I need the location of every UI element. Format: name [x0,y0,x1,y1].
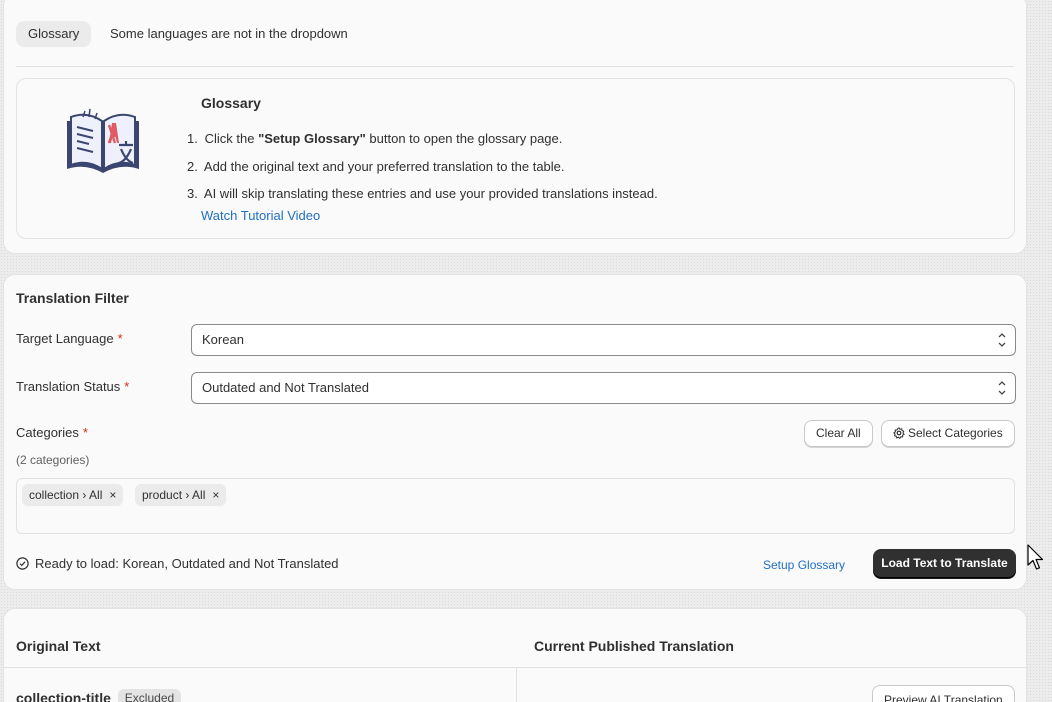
glossary-step-1: 1. Click the "Setup Glossary" button to … [187,131,563,146]
translation-table-card: Original Text Current Published Translat… [3,608,1027,702]
categories-label: Categories * [16,425,88,440]
table-row-key: collection-title Excluded [16,689,182,702]
tab-glossary[interactable]: Glossary [16,21,92,47]
column-divider [516,667,517,702]
setup-glossary-link[interactable]: Setup Glossary [763,558,845,572]
select-categories-button[interactable]: Select Categories [881,420,1015,447]
select-chevron-icon [998,381,1006,395]
categories-count: (2 categories) [16,453,90,467]
watch-tutorial-link[interactable]: Watch Tutorial Video [201,208,320,223]
glossary-step-3: 3. AI will skip translating these entrie… [187,186,658,201]
check-circle-icon [16,557,29,570]
mouse-cursor-icon [1027,544,1044,570]
remove-tag-icon[interactable]: × [109,488,116,502]
glossary-info-box: Glossary 1. Click the "Setup Glossary" b… [16,78,1015,239]
translation-filter-card: Translation Filter Target Language * Kore… [3,274,1027,590]
table-divider [4,667,1026,668]
load-text-button[interactable]: Load Text to Translate [873,549,1016,578]
categories-tag-area: collection › All × product › All × [16,478,1015,534]
required-mark: * [117,331,123,346]
glossary-title: Glossary [201,95,261,111]
translation-status-select[interactable]: Outdated and Not Translated [191,372,1016,404]
open-book-translate-icon [67,108,139,173]
ready-status: Ready to load: Korean, Outdated and Not … [16,556,339,571]
column-header-published: Current Published Translation [534,638,734,654]
translation-status-label: Translation Status * [16,379,130,394]
required-mark: * [124,379,130,394]
glossary-step-2: 2. Add the original text and your prefer… [187,158,565,174]
preview-ai-translation-button[interactable]: Preview AI Translation [872,685,1015,702]
tab-languages-note[interactable]: Some languages are not in the dropdown [110,21,348,47]
target-language-select[interactable]: Korean [191,324,1016,356]
remove-tag-icon[interactable]: × [212,488,219,502]
column-header-original: Original Text [16,638,101,654]
translation-filter-title: Translation Filter [16,290,129,306]
excluded-badge: Excluded [117,689,182,702]
clear-all-button[interactable]: Clear All [804,420,873,447]
target-language-label: Target Language * [16,331,123,346]
glossary-steps: 1. Click the "Setup Glossary" button to … [187,125,658,208]
category-tag: collection › All × [22,484,124,506]
select-chevron-icon [998,333,1006,347]
required-mark: * [82,425,88,440]
gear-icon [893,427,905,439]
glossary-tabbar: Glossary Some languages are not in the d… [16,21,1014,67]
glossary-card: Glossary Some languages are not in the d… [3,0,1027,254]
category-tag: product › All × [135,484,227,506]
